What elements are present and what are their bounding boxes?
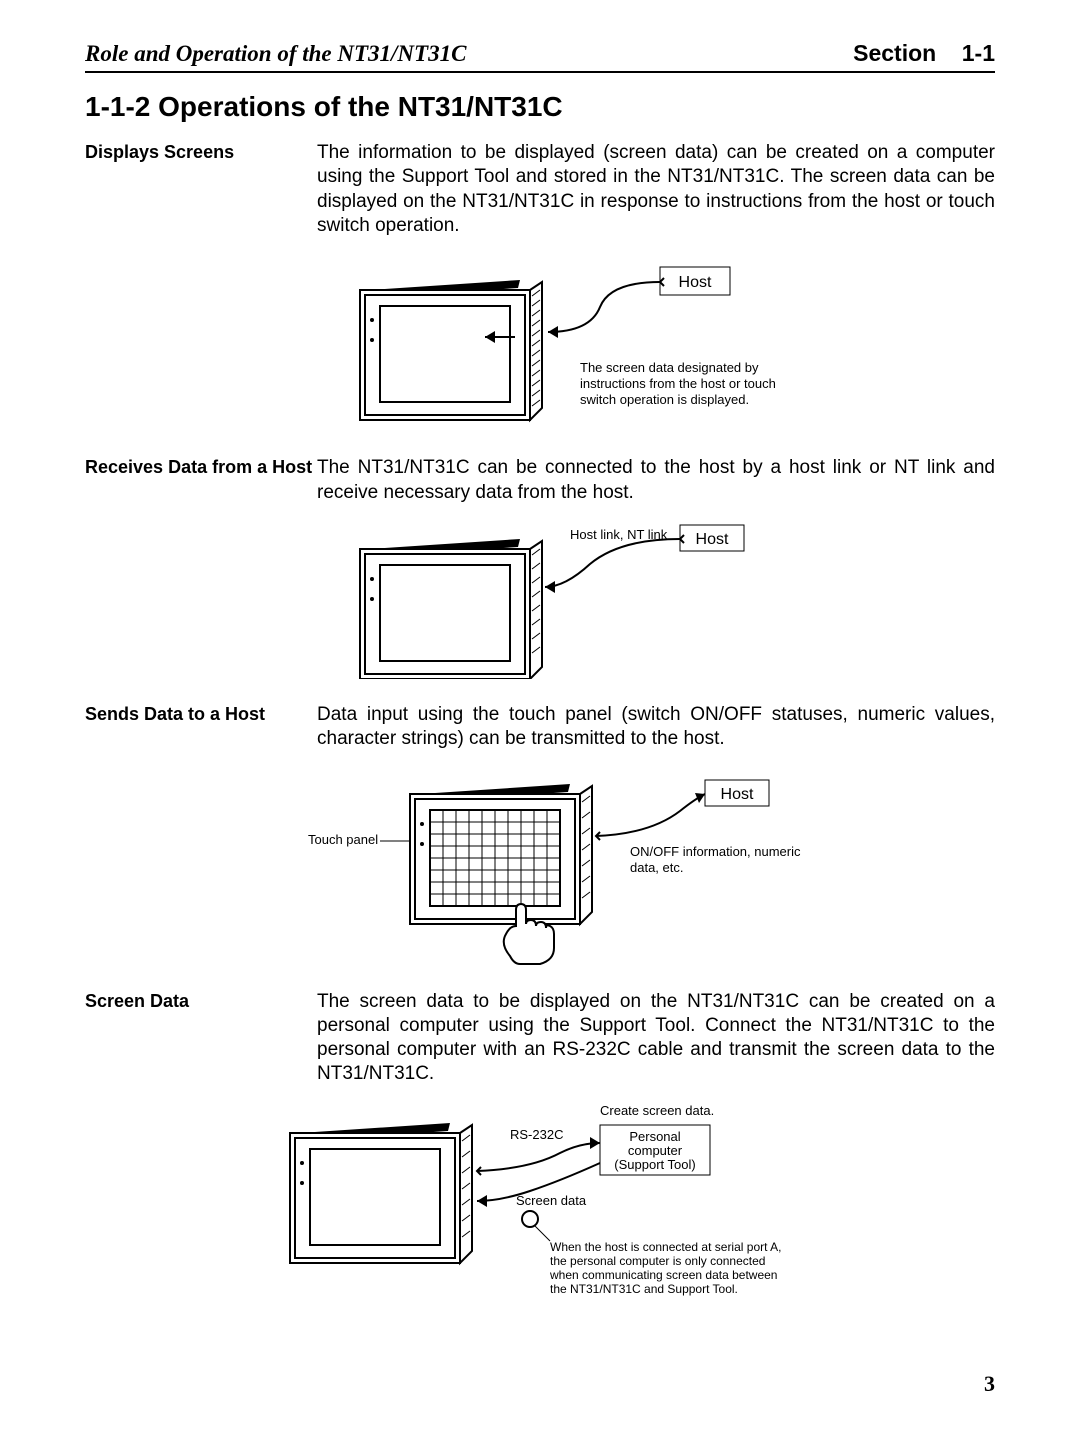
create-label: Create screen data. xyxy=(600,1103,714,1118)
section-receives-data: Receives Data from a Host The NT31/NT31C… xyxy=(85,456,995,505)
header-title-left: Role and Operation of the NT31/NT31C xyxy=(85,41,466,67)
diagram-caption: The screen data designated by instructio… xyxy=(580,360,779,407)
section-sends-data: Sends Data to a Host Data input using th… xyxy=(85,703,995,752)
host-label: Host xyxy=(696,531,729,548)
page-header: Role and Operation of the NT31/NT31C Sec… xyxy=(85,40,995,73)
pc-label-3: (Support Tool) xyxy=(614,1157,695,1172)
figure-receives-data: Host link, NT link Host xyxy=(85,519,995,679)
body-text: The information to be displayed (screen … xyxy=(317,141,995,238)
touch-panel-label: Touch panel xyxy=(308,832,378,847)
section-displays-screens: Displays Screens The information to be d… xyxy=(85,141,995,238)
pc-label-1: Personal xyxy=(629,1129,680,1144)
page: Role and Operation of the NT31/NT31C Sec… xyxy=(0,0,1080,1435)
page-number: 3 xyxy=(984,1371,995,1397)
body-text: The NT31/NT31C can be connected to the h… xyxy=(317,456,995,505)
side-label: Screen Data xyxy=(85,990,317,1087)
diagram-caption: When the host is connected at serial por… xyxy=(549,1240,785,1296)
figure-displays-screens: Host The screen data designated by instr… xyxy=(85,252,995,432)
body-text: Data input using the touch panel (switch… xyxy=(317,703,995,752)
section-screen-data: Screen Data The screen data to be displa… xyxy=(85,990,995,1087)
pc-label-2: computer xyxy=(628,1143,683,1158)
side-label: Displays Screens xyxy=(85,141,317,238)
figure-svg: Host The screen data designated by instr… xyxy=(280,252,800,432)
figure-screen-data: RS-232C Personal computer (Support Tool)… xyxy=(85,1101,995,1311)
rs232c-label: RS-232C xyxy=(510,1127,563,1142)
screen-data-arrow-label: Screen data xyxy=(516,1193,587,1208)
header-section-label: Section xyxy=(853,40,936,66)
host-label: Host xyxy=(679,274,712,291)
section-heading: 1-1-2 Operations of the NT31/NT31C xyxy=(85,91,995,123)
body-text: The screen data to be displayed on the N… xyxy=(317,990,995,1087)
figure-svg: RS-232C Personal computer (Support Tool)… xyxy=(230,1101,850,1311)
diagram-caption: ON/OFF information, numeric data, etc. xyxy=(630,844,804,875)
header-section-right: Section 1-1 xyxy=(853,40,995,67)
side-label: Sends Data to a Host xyxy=(85,703,317,752)
figure-sends-data: Touch panel xyxy=(85,766,995,966)
side-label: Receives Data from a Host xyxy=(85,456,317,505)
host-label: Host xyxy=(721,786,754,803)
figure-svg: Host link, NT link Host xyxy=(280,519,800,679)
figure-svg: Touch panel xyxy=(250,766,830,966)
header-section-number: 1-1 xyxy=(962,40,995,66)
